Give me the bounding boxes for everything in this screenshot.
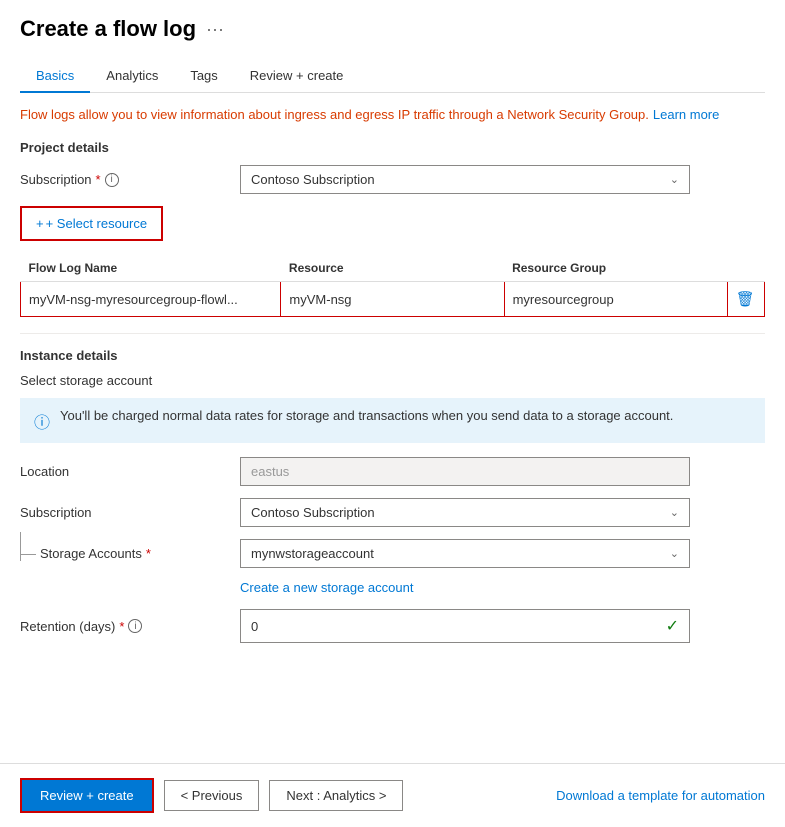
download-template-link[interactable]: Download a template for automation xyxy=(556,788,765,803)
project-details-title: Project details xyxy=(20,140,765,155)
subscription-label: Subscription * i xyxy=(20,172,240,187)
retention-row: Retention (days) * i 0 ✓ xyxy=(20,609,765,643)
storage-accounts-control: mynwstorageaccount ⌄ xyxy=(240,539,765,568)
col-header-resource: Resource xyxy=(281,255,504,282)
instance-subscription-chevron-icon: ⌄ xyxy=(670,506,679,519)
next-analytics-button[interactable]: Next : Analytics > xyxy=(269,780,403,811)
retention-checkmark-icon: ✓ xyxy=(666,616,679,636)
subscription-control: Contoso Subscription ⌄ xyxy=(240,165,765,194)
storage-accounts-label: Storage Accounts * xyxy=(20,546,240,561)
cell-delete-action[interactable]: 🗑 xyxy=(727,282,764,317)
subscription-row: Subscription * i Contoso Subscription ⌄ xyxy=(20,165,765,194)
select-resource-button[interactable]: + + Select resource xyxy=(20,206,163,241)
info-bar: Flow logs allow you to view information … xyxy=(20,107,765,122)
info-notice: ⓘ You'll be charged normal data rates fo… xyxy=(20,398,765,443)
select-resource-label: + Select resource xyxy=(46,216,148,231)
subscription-chevron-icon: ⌄ xyxy=(670,173,679,186)
info-notice-icon: ⓘ xyxy=(34,409,50,433)
tab-review-create[interactable]: Review + create xyxy=(234,60,360,93)
table-row: myVM-nsg-myresourcegroup-flowl... myVM-n… xyxy=(21,282,765,317)
review-create-button[interactable]: Review + create xyxy=(20,778,154,813)
cell-flowlog-name: myVM-nsg-myresourcegroup-flowl... xyxy=(21,282,281,317)
retention-info-icon[interactable]: i xyxy=(128,619,142,633)
col-header-action xyxy=(727,255,764,282)
cell-resource-group: myresourcegroup xyxy=(504,282,727,317)
tab-basics[interactable]: Basics xyxy=(20,60,90,93)
page-title-ellipsis: ··· xyxy=(206,19,224,40)
info-notice-text: You'll be charged normal data rates for … xyxy=(60,408,673,423)
tab-bar: Basics Analytics Tags Review + create xyxy=(20,60,765,93)
instance-subscription-row: Subscription Contoso Subscription ⌄ xyxy=(20,498,765,527)
instance-subscription-control: Contoso Subscription ⌄ xyxy=(240,498,765,527)
instance-details-title: Instance details xyxy=(20,348,765,363)
instance-subscription-value: Contoso Subscription xyxy=(251,505,375,520)
footer: Review + create < Previous Next : Analyt… xyxy=(0,763,785,827)
required-marker: * xyxy=(96,172,101,187)
page-title: Create a flow log xyxy=(20,16,196,42)
location-label: Location xyxy=(20,464,240,479)
delete-icon[interactable]: 🗑 xyxy=(736,291,755,308)
storage-subtitle: Select storage account xyxy=(20,373,765,388)
instance-subscription-label: Subscription xyxy=(20,505,240,520)
location-value: eastus xyxy=(251,464,289,479)
create-storage-link[interactable]: Create a new storage account xyxy=(240,580,765,595)
storage-accounts-value: mynwstorageaccount xyxy=(251,546,374,561)
subscription-value: Contoso Subscription xyxy=(251,172,375,187)
retention-input[interactable]: 0 ✓ xyxy=(240,609,690,643)
storage-required-marker: * xyxy=(146,546,151,561)
info-bar-text: Flow logs allow you to view information … xyxy=(20,107,649,122)
plus-icon: + xyxy=(36,216,44,231)
instance-subscription-dropdown[interactable]: Contoso Subscription ⌄ xyxy=(240,498,690,527)
retention-required-marker: * xyxy=(119,619,124,634)
location-control: eastus xyxy=(240,457,765,486)
storage-accounts-chevron-icon: ⌄ xyxy=(670,547,679,560)
retention-label: Retention (days) * i xyxy=(20,619,240,634)
table-header-row: Flow Log Name Resource Resource Group xyxy=(21,255,765,282)
subscription-info-icon[interactable]: i xyxy=(105,173,119,187)
retention-value: 0 xyxy=(251,619,258,634)
tab-analytics[interactable]: Analytics xyxy=(90,60,174,93)
location-input: eastus xyxy=(240,457,690,486)
page-title-section: Create a flow log ··· xyxy=(20,16,765,42)
subscription-dropdown[interactable]: Contoso Subscription ⌄ xyxy=(240,165,690,194)
storage-accounts-dropdown[interactable]: mynwstorageaccount ⌄ xyxy=(240,539,690,568)
divider xyxy=(20,333,765,334)
learn-more-link[interactable]: Learn more xyxy=(653,107,719,122)
resource-table: Flow Log Name Resource Resource Group my… xyxy=(20,255,765,317)
col-header-flowlog: Flow Log Name xyxy=(21,255,281,282)
col-header-rg: Resource Group xyxy=(504,255,727,282)
cell-resource: myVM-nsg xyxy=(281,282,504,317)
retention-control: 0 ✓ xyxy=(240,609,765,643)
storage-accounts-row: Storage Accounts * mynwstorageaccount ⌄ xyxy=(20,539,765,568)
tab-tags[interactable]: Tags xyxy=(174,60,233,93)
instance-details-section: Instance details Select storage account … xyxy=(20,348,765,643)
previous-button[interactable]: < Previous xyxy=(164,780,260,811)
location-row: Location eastus xyxy=(20,457,765,486)
